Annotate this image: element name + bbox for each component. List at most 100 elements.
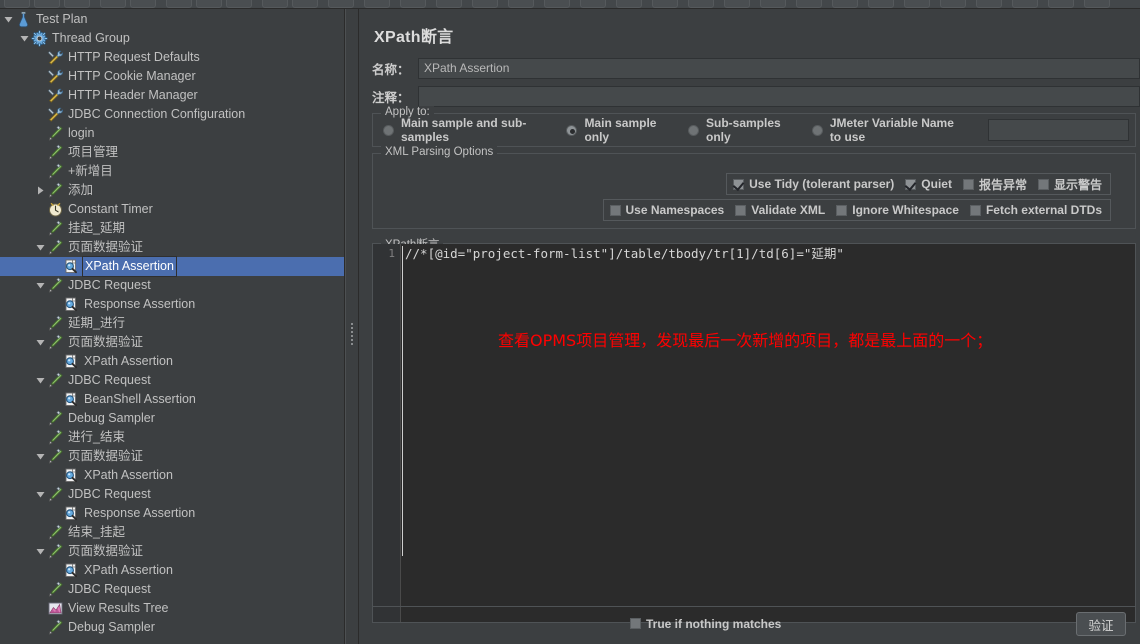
chevron-down-icon[interactable] [2,10,15,29]
chevron-right-icon[interactable] [34,181,47,200]
radio-button[interactable] [811,124,823,136]
name-input[interactable] [418,57,1140,79]
toolbar-button[interactable] [130,0,156,8]
chevron-down-icon[interactable] [34,333,47,352]
splitter-grip[interactable] [350,321,355,347]
xml-option-0[interactable]: Use Namespaces [609,203,724,217]
tree-item-页面数据验证[interactable]: 页面数据验证 [0,238,344,257]
toolbar-button[interactable] [616,0,642,8]
toolbar-button[interactable] [472,0,498,8]
chevron-down-icon[interactable] [18,29,31,48]
toolbar-button[interactable] [796,0,822,8]
toolbar-button[interactable] [904,0,930,8]
toolbar-button[interactable] [940,0,966,8]
checkbox[interactable] [735,204,747,216]
tree-item-页面数据验证[interactable]: 页面数据验证 [0,542,344,561]
tree-item-response-assertion[interactable]: Response Assertion [0,295,344,314]
true-if-nothing-matches-checkbox[interactable] [630,618,641,629]
toolbar-button[interactable] [544,0,570,8]
xml-option-1[interactable]: Quiet [905,177,952,191]
xml-option-2[interactable]: 报告异常 [962,176,1027,193]
checkbox[interactable] [969,204,981,216]
tree-item-添加[interactable]: 添加 [0,181,344,200]
toolbar-button[interactable] [976,0,1002,8]
toolbar-button[interactable] [1084,0,1110,8]
chevron-down-icon[interactable] [34,485,47,504]
toolbar-button[interactable] [508,0,534,8]
toolbar-button[interactable] [652,0,678,8]
tree-item-延期-进行[interactable]: 延期_进行 [0,314,344,333]
tree-item-xpath-assertion[interactable]: XPath Assertion [0,561,344,580]
apply-to-option-2[interactable]: Sub-samples only [688,116,790,144]
test-plan-tree[interactable]: Test Plan Thread Group HTTP Request Defaul… [0,9,345,644]
toolbar-button[interactable] [292,0,318,8]
toolbar-button[interactable] [4,0,30,8]
tree-item-http-cookie-manager[interactable]: HTTP Cookie Manager [0,67,344,86]
toolbar-button[interactable] [760,0,786,8]
tree-item-jdbc-request[interactable]: JDBC Request [0,580,344,599]
chevron-down-icon[interactable] [34,238,47,257]
xml-option-3[interactable]: 显示警告 [1037,176,1102,193]
xml-option-2[interactable]: Ignore Whitespace [836,203,959,217]
checkbox[interactable] [962,178,974,190]
toolbar-button[interactable] [436,0,462,8]
tree-item-jdbc-request[interactable]: JDBC Request [0,485,344,504]
xpath-code-editor[interactable]: 1 //*[@id="project-form-list"]/table/tbo… [373,244,1135,622]
tree-item-xpath-assertion[interactable]: XPath Assertion [0,256,344,277]
toolbar-button[interactable] [262,0,288,8]
toolbar-button[interactable] [100,0,126,8]
true-if-nothing-matches-row[interactable]: True if nothing matches [630,617,781,631]
tree-item-结束-挂起[interactable]: 结束_挂起 [0,523,344,542]
tree-item-jdbc-request[interactable]: JDBC Request [0,371,344,390]
checkbox[interactable] [1037,178,1049,190]
tree-item-http-header-manager[interactable]: HTTP Header Manager [0,86,344,105]
apply-to-option-0[interactable]: Main sample and sub-samples [383,116,544,144]
tree-item-view-results-tree[interactable]: View Results Tree [0,599,344,618]
chevron-down-icon[interactable] [34,542,47,561]
chevron-down-icon[interactable] [34,447,47,466]
toolbar-button[interactable] [166,0,192,8]
apply-to-option-1[interactable]: Main sample only [566,116,666,144]
toolbar-button[interactable] [400,0,426,8]
checkbox[interactable] [905,178,917,190]
tree-item-beanshell-assertion[interactable]: BeanShell Assertion [0,390,344,409]
toolbar-button[interactable] [328,0,354,8]
tree-item-jdbc-connection-configuration[interactable]: JDBC Connection Configuration [0,105,344,124]
comment-input[interactable] [418,85,1140,107]
toolbar-button[interactable] [688,0,714,8]
tree-item-jdbc-request[interactable]: JDBC Request [0,276,344,295]
toolbar-button[interactable] [868,0,894,8]
tree-item-login[interactable]: login [0,124,344,143]
tree-item-进行-结束[interactable]: 进行_结束 [0,428,344,447]
toolbar-button[interactable] [226,0,252,8]
toolbar-button[interactable] [832,0,858,8]
tree-item-debug-sampler[interactable]: Debug Sampler [0,409,344,428]
tree-item-项目管理[interactable]: 项目管理 [0,143,344,162]
toolbar-button[interactable] [364,0,390,8]
tree-item-http-request-defaults[interactable]: HTTP Request Defaults [0,48,344,67]
tree-item-页面数据验证[interactable]: 页面数据验证 [0,447,344,466]
tree-item--新增目[interactable]: +新增目 [0,162,344,181]
xml-option-1[interactable]: Validate XML [735,203,825,217]
tree-item-thread-group[interactable]: Thread Group [0,29,344,48]
toolbar-button[interactable] [1012,0,1038,8]
toolbar-button[interactable] [1048,0,1074,8]
radio-button[interactable] [688,124,699,136]
panel-splitter[interactable] [345,9,359,644]
toolbar-button[interactable] [64,0,90,8]
xml-option-0[interactable]: Use Tidy (tolerant parser) [733,177,894,191]
editor-body[interactable]: //*[@id="project-form-list"]/table/tbody… [401,244,1135,622]
tree-item-挂起-延期[interactable]: 挂起_延期 [0,219,344,238]
tree-item-xpath-assertion[interactable]: XPath Assertion [0,466,344,485]
apply-to-option-3[interactable]: JMeter Variable Name to use [811,116,964,144]
radio-button[interactable] [566,124,578,136]
tree-item-debug-sampler[interactable]: Debug Sampler [0,618,344,637]
chevron-down-icon[interactable] [34,276,47,295]
checkbox[interactable] [836,204,848,216]
toolbar-button[interactable] [196,0,222,8]
tree-item-页面数据验证[interactable]: 页面数据验证 [0,333,344,352]
xml-option-3[interactable]: Fetch external DTDs [969,203,1102,217]
chevron-down-icon[interactable] [34,371,47,390]
toolbar-button[interactable] [580,0,606,8]
tree-item-test-plan[interactable]: Test Plan [0,10,344,29]
